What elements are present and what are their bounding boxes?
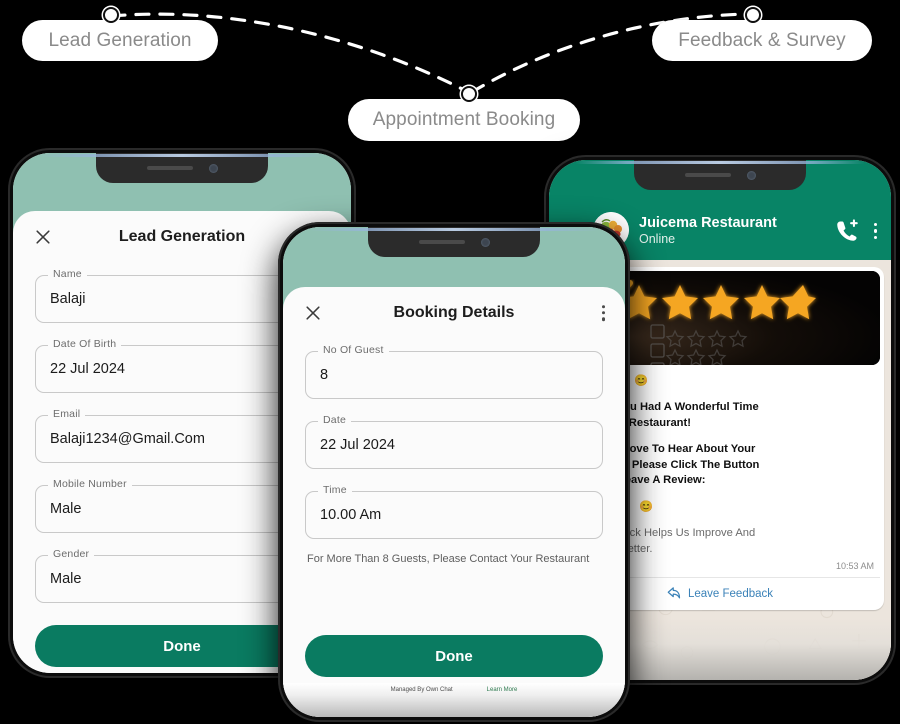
connector-node-lead-generation: [103, 7, 119, 23]
flow-node-label: Feedback & Survey: [678, 29, 846, 51]
field-label: No Of Guest: [318, 344, 389, 356]
booking-details-sheet: Booking Details No Of Guest 8 Date 22 Ju…: [283, 287, 625, 717]
phone-booking-details: Juicema Restaurant Booking Details No Of…: [278, 222, 630, 722]
submit-area: Done: [283, 635, 625, 677]
field-label: Email: [48, 408, 86, 420]
flow-node-label: Appointment Booking: [372, 109, 556, 130]
front-camera: [480, 237, 490, 247]
field-label: Date Of Birth: [48, 338, 122, 350]
field-value: Male: [50, 571, 82, 587]
field-no-of-guest[interactable]: No Of Guest 8: [305, 344, 603, 399]
field-label: Date: [318, 414, 351, 426]
connector-node-appointment-booking: [461, 86, 477, 102]
managed-by-label: Managed By Own Chat: [390, 687, 453, 693]
chat-contact-name: Juicema Restaurant: [639, 215, 777, 232]
leave-feedback-label: Leave Feedback: [687, 587, 774, 600]
close-icon[interactable]: [303, 303, 323, 323]
kebab-menu-icon[interactable]: [601, 305, 605, 321]
field-label: Gender: [48, 548, 95, 560]
close-icon[interactable]: [33, 227, 53, 247]
guest-limit-hint: For More Than 8 Guests, Please Contact Y…: [307, 553, 590, 565]
field-time[interactable]: Time 10.00 Am: [305, 484, 603, 539]
page-title: Lead Generation: [118, 228, 246, 245]
field-label: Time: [318, 484, 352, 496]
earpiece-speaker: [146, 166, 193, 170]
field-date[interactable]: Date 22 Jul 2024: [305, 414, 603, 469]
kebab-menu-icon[interactable]: [873, 222, 877, 240]
field-value: 22 Jul 2024: [50, 361, 125, 377]
done-button[interactable]: Done: [305, 635, 603, 677]
connector-node-feedback-survey: [745, 7, 761, 23]
flow-node-feedback-survey[interactable]: Feedback & Survey: [652, 20, 872, 61]
phone-notch: [634, 160, 806, 190]
field-value: Balaji: [50, 291, 86, 307]
earpiece-speaker: [418, 240, 465, 244]
field-label: Name: [48, 268, 87, 280]
flow-node-appointment-booking[interactable]: Appointment Booking: [348, 99, 580, 141]
reply-arrow-icon: [667, 587, 681, 599]
field-value: Balaji1234@Gmail.Com: [50, 431, 205, 447]
front-camera: [746, 170, 756, 180]
booking-details-form: No Of Guest 8 Date 22 Jul 2024 Time 10.0…: [283, 339, 625, 635]
field-value: 10.00 Am: [320, 507, 382, 523]
chat-header-actions: [834, 218, 877, 244]
field-value: 22 Jul 2024: [320, 437, 395, 453]
flow-node-lead-generation[interactable]: Lead Generation: [22, 20, 218, 61]
page-title: Booking Details: [393, 304, 515, 321]
flow-node-label: Lead Generation: [48, 29, 192, 51]
smiley-emoji: 😊: [638, 500, 653, 513]
field-value: Male: [50, 501, 82, 517]
earpiece-speaker: [684, 173, 731, 177]
phone-notch: [96, 153, 268, 183]
field-value: 8: [320, 367, 329, 383]
smiley-emoji: 😊: [634, 375, 649, 387]
field-label: Mobile Number: [48, 478, 132, 490]
learn-more-link[interactable]: Learn More: [487, 687, 518, 693]
front-camera: [208, 163, 218, 173]
branding-footer: Managed By Own Chat Learn More: [283, 683, 625, 717]
add-call-icon[interactable]: [834, 218, 860, 244]
chat-contact-status: Online: [639, 232, 676, 247]
flow-showcase-stage: Lead Generation Appointment Booking Feed…: [0, 0, 900, 724]
chat-contact-meta: Juicema Restaurant Online: [639, 214, 834, 248]
sheet-header: Booking Details: [283, 287, 625, 339]
phone-notch: [368, 227, 540, 257]
